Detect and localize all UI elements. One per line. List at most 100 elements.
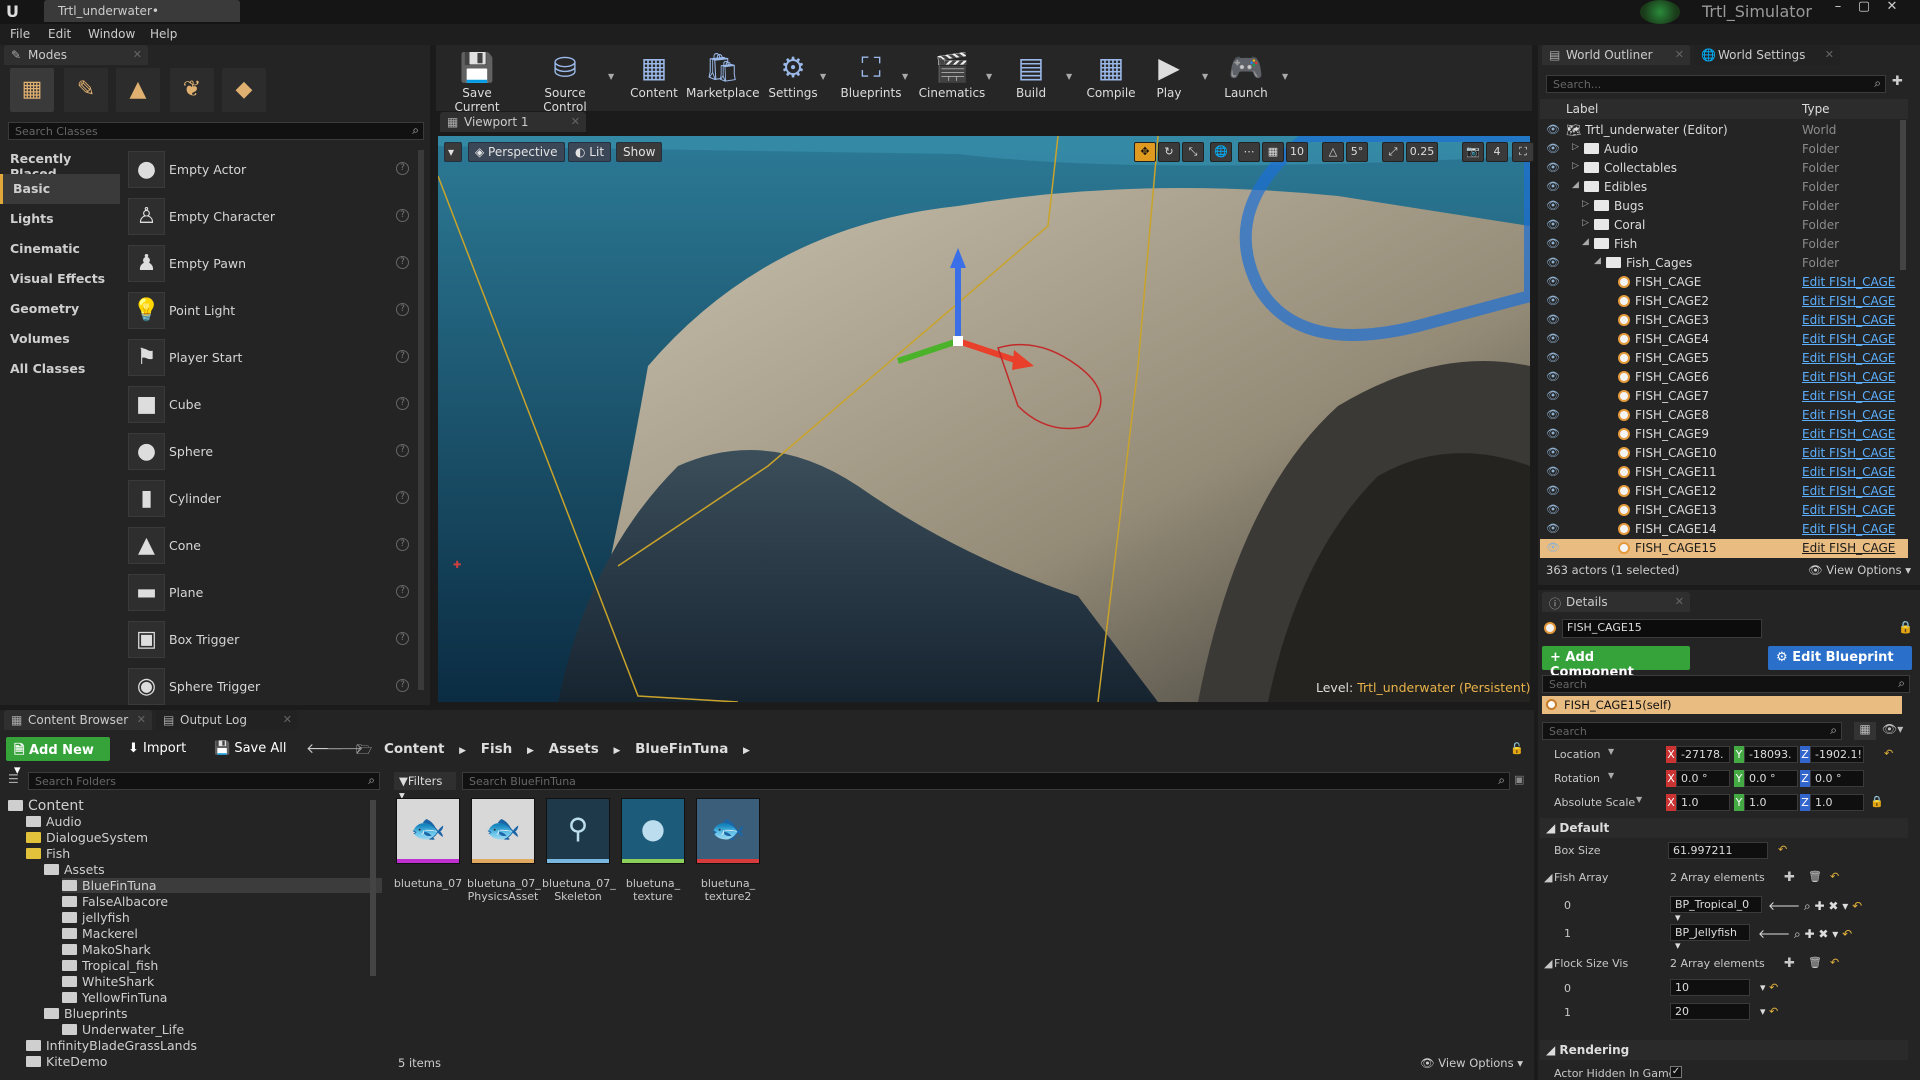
viewport-menu-button[interactable]: ▾ [444, 142, 462, 162]
close-button[interactable]: ✕ [1880, 0, 1904, 16]
save-current-button[interactable]: 💾 Save Current [440, 50, 514, 114]
source-control-status-icon[interactable] [1640, 0, 1680, 24]
tab-modes[interactable]: ✎ Modes ✕ [4, 45, 148, 65]
chevron-down-icon[interactable]: ▼ [1608, 771, 1614, 780]
folder-tree-item[interactable]: WhiteShark [62, 974, 154, 989]
menu-window[interactable]: Window [88, 27, 135, 41]
tab-world-settings[interactable]: 🌐 World Settings ✕ [1694, 45, 1840, 65]
place-item-sphere-trigger[interactable]: ◉ Sphere Trigger? [125, 665, 415, 709]
component-self-row[interactable]: FISH_CAGE15(self) [1542, 696, 1902, 714]
scrollbar[interactable] [418, 150, 424, 690]
tab-content-browser[interactable]: ▦ Content Browser ✕ [4, 710, 152, 730]
place-item-plane[interactable]: ▬ Plane? [125, 571, 415, 615]
close-icon[interactable]: ✕ [137, 713, 146, 726]
play-button[interactable]: ▶ Play [1142, 50, 1196, 106]
category-all-classes[interactable]: All Classes [0, 354, 120, 384]
chevron-down-icon[interactable]: ◢ [1544, 871, 1552, 884]
edit-blueprint-link[interactable]: Edit FISH_CAGE [1802, 332, 1895, 346]
visibility-eye-icon[interactable]: 👁 [1546, 123, 1560, 136]
grid-icon[interactable]: ▦ [1262, 142, 1284, 162]
folder-tree-item[interactable]: BlueFinTuna [62, 878, 382, 893]
search-folders-input[interactable]: Search Folders ⌕ [28, 772, 380, 790]
reset-icon[interactable]: ↶ [1830, 956, 1839, 969]
edit-blueprint-link[interactable]: Edit FISH_CAGE [1802, 313, 1895, 327]
category-recently-placed[interactable]: Recently Placed [0, 144, 120, 181]
edit-blueprint-link[interactable]: Edit FISH_CAGE [1802, 427, 1895, 441]
place-mode-icon[interactable]: ▦ [10, 68, 54, 112]
folder-tree-item[interactable]: Blueprints [44, 1006, 128, 1021]
scale-x-field[interactable]: 1.0 [1676, 794, 1730, 811]
edit-blueprint-link[interactable]: Edit FISH_CAGE [1802, 275, 1895, 289]
close-icon[interactable]: ✕ [133, 48, 142, 61]
folder-tree-item[interactable]: DialogueSystem [26, 830, 148, 845]
eye-icon[interactable]: 👁▾ [1882, 722, 1903, 736]
help-icon[interactable]: ? [396, 538, 409, 551]
visibility-eye-icon[interactable]: 👁 [1546, 199, 1560, 212]
actor-name-field[interactable]: FISH_CAGE15 [1562, 619, 1762, 638]
folder-tree-item[interactable]: Fish [26, 846, 70, 861]
expand-arrow-icon[interactable]: ◢ [1572, 180, 1579, 190]
chevron-down-icon[interactable]: ▼ [1636, 795, 1642, 804]
expand-arrow-icon[interactable]: ◢ [1582, 237, 1589, 247]
chevron-down-icon[interactable]: ▼ [608, 72, 614, 81]
trash-icon[interactable]: 🗑 [1808, 956, 1822, 969]
place-item-sphere[interactable]: ● Sphere? [125, 430, 415, 474]
section-default[interactable]: ◢ Default [1540, 818, 1908, 838]
expand-arrow-icon[interactable]: ◢ [1594, 256, 1601, 266]
folder-tree-item[interactable]: Audio [26, 814, 82, 829]
expand-arrow-icon[interactable]: ▷ [1582, 199, 1589, 209]
search-assets-input[interactable]: Search BlueFinTuna ⌕ [462, 772, 1510, 790]
blueprints-button[interactable]: ⛶ Blueprints [836, 50, 906, 106]
components-search-input[interactable]: Search ⌕ [1542, 675, 1910, 693]
help-icon[interactable]: ? [396, 444, 409, 457]
outliner-row[interactable]: 👁 FISH_CAGE Edit FISH_CAGE [1540, 273, 1908, 292]
visibility-eye-icon[interactable]: 👁 [1546, 180, 1560, 193]
outliner-row[interactable]: 👁 Edibles ◢ Folder [1540, 178, 1908, 197]
geometry-mode-icon[interactable]: ◆ [222, 68, 266, 112]
help-icon[interactable]: ? [396, 256, 409, 269]
category-lights[interactable]: Lights [0, 204, 120, 234]
visibility-eye-icon[interactable]: 👁 [1546, 541, 1560, 554]
outliner-row[interactable]: 👁 Bugs ▷ Folder [1540, 197, 1908, 216]
folder-tree-item[interactable]: FalseAlbacore [62, 894, 168, 909]
column-label[interactable]: Label [1566, 102, 1598, 116]
lock-icon[interactable]: 🔓 [1510, 742, 1524, 755]
add-new-button[interactable]: 🗎 Add New ▾ [6, 737, 110, 778]
show-button[interactable]: Show [616, 142, 663, 162]
rotate-icon[interactable]: ↻ [1158, 142, 1180, 162]
chevron-down-icon[interactable]: ▼ [1282, 72, 1288, 81]
visibility-eye-icon[interactable]: 👁 [1546, 256, 1560, 269]
edit-blueprint-link[interactable]: Edit FISH_CAGE [1802, 351, 1895, 365]
chevron-down-icon[interactable]: ▼ [1066, 72, 1072, 81]
edit-blueprint-link[interactable]: Edit FISH_CAGE [1802, 503, 1895, 517]
visibility-eye-icon[interactable]: 👁 [1546, 351, 1560, 364]
build-button[interactable]: ▤ Build [1004, 50, 1058, 106]
outliner-row[interactable]: 👁 Collectables ▷ Folder [1540, 159, 1908, 178]
outliner-row[interactable]: 👁 FISH_CAGE10 Edit FISH_CAGE [1540, 444, 1908, 463]
location-label[interactable]: Location [1554, 748, 1601, 761]
add-component-button[interactable]: + Add Component [1542, 646, 1690, 680]
source-control-button[interactable]: ⛁ Source Control [522, 50, 608, 114]
actor-hidden-checkbox[interactable]: ✓ [1670, 1066, 1682, 1078]
flock-element-1-actions[interactable]: ▾ ↶ [1760, 1005, 1778, 1018]
translate-icon[interactable]: ✥ [1134, 142, 1156, 162]
lock-icon[interactable]: 🔒 [1898, 620, 1913, 634]
plus-icon[interactable]: ✚ [1784, 956, 1795, 971]
outliner-row[interactable]: 👁 FISH_CAGE13 Edit FISH_CAGE [1540, 501, 1908, 520]
visibility-eye-icon[interactable]: 👁 [1546, 275, 1560, 288]
outliner-row[interactable]: 👁 FISH_CAGE14 Edit FISH_CAGE [1540, 520, 1908, 539]
help-icon[interactable]: ? [396, 162, 409, 175]
section-rendering[interactable]: ◢ Rendering [1540, 1040, 1908, 1060]
outliner-row[interactable]: 👁 FISH_CAGE7 Edit FISH_CAGE [1540, 387, 1908, 406]
filters-button[interactable]: ▼Filters ▾ [394, 772, 456, 802]
foliage-mode-icon[interactable]: ❦ [170, 68, 214, 112]
scrollbar[interactable] [1900, 120, 1906, 270]
folder-tree-item[interactable]: Assets [44, 862, 105, 877]
rotation-z-field[interactable]: 0.0 ° [1810, 770, 1864, 787]
help-icon[interactable]: ? [396, 350, 409, 363]
reset-icon[interactable]: ↶ [1830, 870, 1839, 883]
asset-thumbnail[interactable]: 🐟 [696, 798, 760, 864]
help-icon[interactable]: ? [396, 585, 409, 598]
menu-help[interactable]: Help [150, 27, 177, 41]
scrollbar[interactable] [370, 800, 376, 976]
